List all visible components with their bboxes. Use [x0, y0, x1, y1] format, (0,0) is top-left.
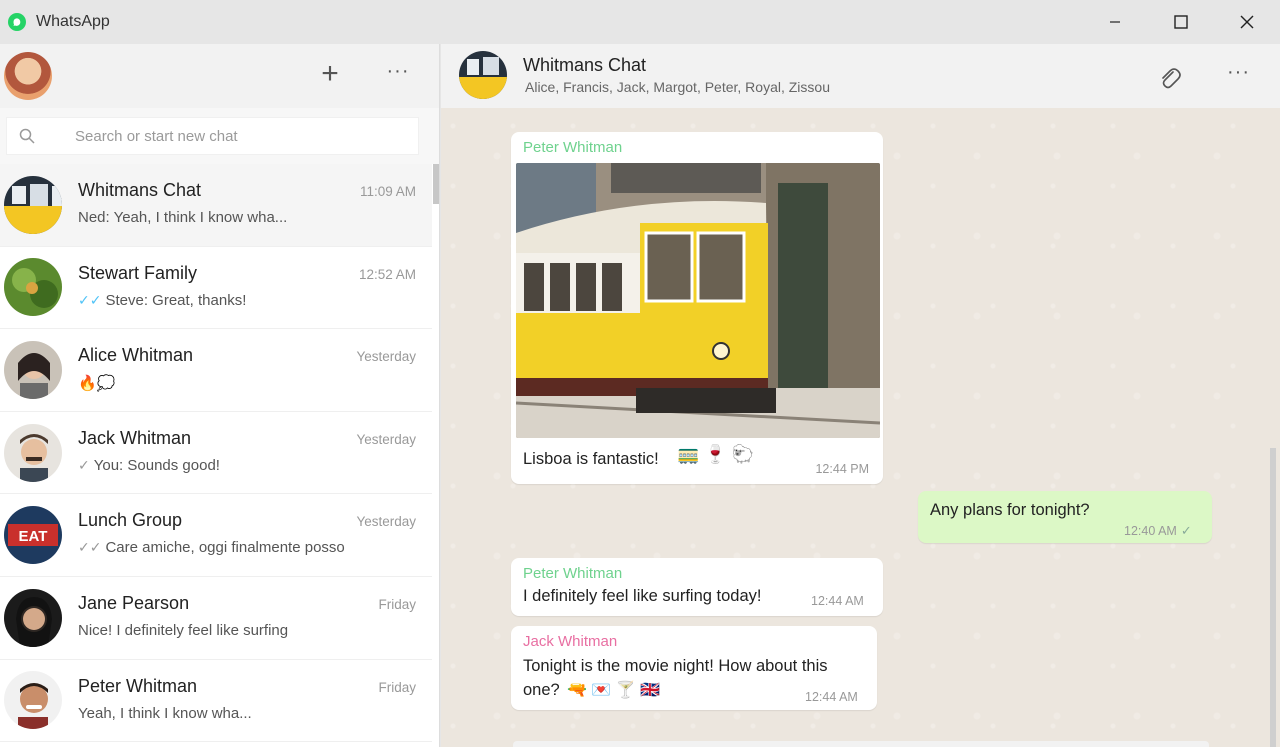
- chat-item-jack-whitman[interactable]: Jack Whitman Yesterday ✓ You: Sounds good…: [0, 411, 432, 495]
- left-menu-button[interactable]: ···: [384, 60, 412, 88]
- app-title: WhatsApp: [36, 13, 110, 30]
- sent-tick-icon: ✓: [78, 456, 90, 473]
- message-time: 12:44 AM: [805, 690, 858, 704]
- conversation-header: Whitmans Chat Alice, Francis, Jack, Marg…: [441, 44, 1280, 108]
- chat-preview: ✓✓ Steve: Great, thanks!: [78, 292, 246, 309]
- delivered-ticks-icon: ✓✓: [78, 539, 102, 556]
- avatar: [4, 588, 62, 647]
- photo-attachment[interactable]: [516, 163, 880, 438]
- maximize-icon: [1174, 15, 1188, 29]
- message-incoming-photo[interactable]: Peter Whitman Lisboa is fantastic! 🚃 🍷 🐑…: [511, 132, 883, 484]
- attach-button[interactable]: [1155, 64, 1183, 92]
- chat-time: Friday: [378, 596, 416, 612]
- chat-item-peter-whitman[interactable]: Peter Whitman Friday Yeah, I think I kno…: [0, 659, 432, 743]
- close-button[interactable]: [1214, 0, 1280, 44]
- chat-preview: Yeah, I think I know wha...: [78, 705, 252, 722]
- chat-preview: 🔥💭: [78, 374, 115, 392]
- maximize-button[interactable]: [1148, 0, 1214, 44]
- avatar: [4, 671, 62, 730]
- chat-preview-text: Nice! I definitely feel like surfing: [78, 621, 289, 639]
- chat-time: Yesterday: [356, 431, 416, 447]
- chat-item-alice-whitman[interactable]: Alice Whitman Yesterday 🔥💭: [0, 329, 432, 412]
- read-ticks-icon: ✓✓: [78, 291, 102, 308]
- chat-preview-text: Care amiche, oggi finalmente posso: [105, 539, 345, 557]
- whatsapp-logo-icon: [8, 13, 26, 31]
- message-time-text: 12:40 AM: [1124, 524, 1177, 538]
- new-chat-button[interactable]: +: [316, 59, 344, 89]
- message-scrollbar[interactable]: [1270, 448, 1276, 747]
- conversation-avatar[interactable]: [459, 51, 507, 99]
- search-box: [6, 117, 419, 155]
- message-time: 12:44 AM: [811, 594, 864, 608]
- message-sender: Peter Whitman: [523, 565, 623, 582]
- chat-time: Yesterday: [356, 349, 416, 365]
- sent-tick-icon: ✓: [1180, 523, 1192, 538]
- close-icon: [1240, 15, 1254, 29]
- chat-item-stewart-family[interactable]: Stewart Family 12:52 AM ✓✓ Steve: Great, …: [0, 246, 432, 330]
- conversation-members: Alice, Francis, Jack, Margot, Peter, Roy…: [525, 79, 830, 95]
- message-sender: Peter Whitman: [523, 139, 623, 156]
- message-text: Any plans for tonight?: [930, 501, 1090, 519]
- chat-list-pane: + ··· Whitmans Chat 11:09 AM Ned: Yeah, …: [0, 44, 440, 747]
- chat-preview-text: Steve: Great, thanks!: [105, 291, 247, 309]
- conversation-title[interactable]: Whitmans Chat: [523, 55, 646, 76]
- chat-list-scrollbar[interactable]: [433, 164, 439, 204]
- search-input[interactable]: [75, 127, 375, 145]
- compose-bar[interactable]: [513, 741, 1209, 747]
- message-text: I definitely feel like surfing today!: [523, 587, 762, 605]
- chat-item-jane-pearson[interactable]: Jane Pearson Friday Nice! I definitely f…: [0, 576, 432, 660]
- search-bar: [0, 108, 439, 164]
- avatar: [4, 340, 62, 399]
- chat-name: Jane Pearson: [78, 592, 190, 613]
- chat-preview: ✓ You: Sounds good!: [78, 457, 220, 474]
- chat-name: Whitmans Chat: [78, 180, 202, 200]
- chat-time: 11:09 AM: [359, 184, 416, 199]
- chat-time: Yesterday: [356, 514, 416, 530]
- chat-preview-text: 🔥💭: [78, 375, 116, 393]
- chat-name: Jack Whitman: [78, 427, 192, 448]
- conversation-pane: Whitmans Chat Alice, Francis, Jack, Marg…: [441, 44, 1280, 747]
- chat-name: Peter Whitman: [78, 675, 198, 696]
- chat-preview: Ned: Yeah, I think I know wha...: [78, 209, 287, 226]
- avatar: [4, 175, 62, 234]
- minimize-button[interactable]: [1082, 0, 1148, 44]
- message-incoming[interactable]: Peter Whitman I definitely feel like sur…: [511, 558, 883, 616]
- chat-preview-text: Ned: Yeah, I think I know wha...: [78, 209, 288, 226]
- avatar: EAT: [4, 506, 62, 565]
- svg-text:EAT: EAT: [19, 528, 48, 545]
- chat-preview: ✓✓ Care amiche, oggi finalmente posso: [78, 539, 345, 556]
- chat-item-lunch-group[interactable]: EAT Lunch Group Yesterday ✓✓ Care amiche,…: [0, 494, 432, 577]
- message-area[interactable]: Peter Whitman Lisboa is fantastic! 🚃 🍷 🐑…: [441, 108, 1280, 747]
- message-text-line-1: Tonight is the movie night! How about th…: [523, 657, 828, 675]
- message-emojis: 🚃 🍷 🐑: [677, 444, 755, 464]
- message-time: 12:40 AM ✓: [1124, 523, 1192, 539]
- chat-name: Lunch Group: [78, 510, 183, 531]
- chat-preview-text: You: Sounds good!: [93, 456, 220, 474]
- chat-preview: Nice! I definitely feel like surfing: [78, 622, 288, 639]
- message-text-line-2: one?: [523, 681, 560, 699]
- paperclip-icon: [1162, 68, 1181, 89]
- chat-item-whitmans-chat[interactable]: Whitmans Chat 11:09 AM Ned: Yeah, I thin…: [0, 164, 432, 247]
- search-icon: [7, 128, 47, 144]
- message-outgoing[interactable]: Any plans for tonight? 12:40 AM ✓: [918, 491, 1212, 543]
- minimize-icon: [1110, 21, 1120, 23]
- avatar: [4, 258, 62, 317]
- chat-name: Stewart Family: [78, 262, 198, 283]
- message-time: 12:44 PM: [815, 462, 869, 476]
- my-avatar[interactable]: [4, 52, 52, 100]
- chat-list: Whitmans Chat 11:09 AM Ned: Yeah, I thin…: [0, 164, 432, 747]
- message-text: Lisboa is fantastic!: [523, 450, 659, 468]
- chat-preview-text: Yeah, I think I know wha...: [78, 704, 252, 722]
- title-bar: WhatsApp: [0, 0, 1280, 44]
- message-emojis: 🔫 💌 🍸 🇬🇧: [567, 682, 661, 699]
- left-header: + ···: [0, 44, 439, 108]
- chat-time: Friday: [378, 679, 416, 695]
- message-sender: Jack Whitman: [523, 633, 618, 650]
- message-incoming[interactable]: Jack Whitman Tonight is the movie night!…: [511, 626, 877, 710]
- avatar: [4, 423, 62, 482]
- chat-name: Alice Whitman: [78, 345, 194, 366]
- conversation-menu-button[interactable]: ···: [1227, 61, 1250, 84]
- chat-time: 12:52 AM: [358, 266, 416, 282]
